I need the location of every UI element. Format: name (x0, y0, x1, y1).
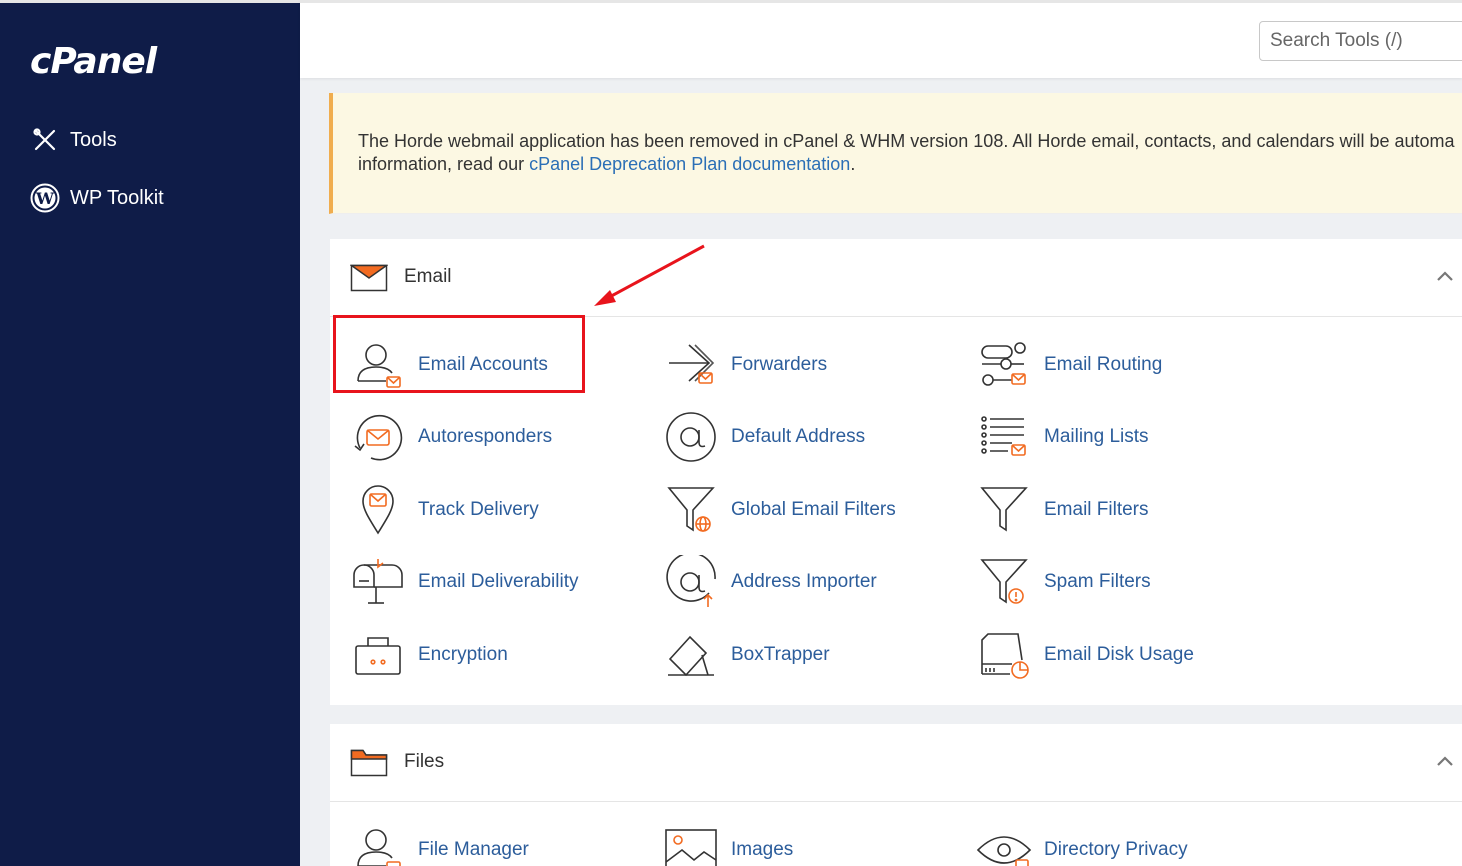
svg-text:W: W (35, 189, 55, 208)
encryption-icon (350, 627, 406, 683)
tool-boxtrapper[interactable]: BoxTrapper (663, 627, 830, 683)
tool-track-delivery[interactable]: Track Delivery (350, 482, 539, 538)
sidebar-item-tools[interactable]: Tools (30, 125, 117, 155)
tool-email-deliverability[interactable]: Email Deliverability (350, 554, 579, 610)
tool-forwarders[interactable]: Forwarders (663, 337, 827, 393)
boxtrapper-icon (663, 627, 719, 683)
tool-global-email-filters[interactable]: Global Email Filters (663, 482, 896, 538)
images-icon (663, 822, 719, 866)
tool-encryption[interactable]: Encryption (350, 627, 508, 683)
default-address-icon (663, 409, 719, 465)
email-disk-usage-icon (976, 627, 1032, 683)
files-section: Files File Manager Images Directory Priv… (330, 724, 1462, 866)
tool-spam-filters[interactable]: Spam Filters (976, 554, 1151, 610)
section-title: Email (404, 266, 452, 287)
wordpress-icon: W (30, 183, 60, 213)
tool-email-routing[interactable]: Email Routing (976, 337, 1162, 393)
autoresponders-icon (350, 409, 406, 465)
tools-icon (30, 125, 60, 155)
tool-images[interactable]: Images (663, 822, 793, 866)
tool-directory-privacy[interactable]: Directory Privacy (976, 822, 1188, 866)
track-delivery-icon (350, 482, 406, 538)
mailing-lists-icon (976, 409, 1032, 465)
global-email-filters-icon (663, 482, 719, 538)
forwarders-icon (663, 337, 719, 393)
tool-mailing-lists[interactable]: Mailing Lists (976, 409, 1149, 465)
tool-email-filters[interactable]: Email Filters (976, 482, 1149, 538)
top-bar (300, 0, 1462, 78)
chevron-up-icon[interactable] (1436, 754, 1454, 772)
section-title: Files (404, 751, 445, 772)
email-filters-icon (976, 482, 1032, 538)
files-section-header[interactable]: Files (330, 724, 1462, 802)
spam-filters-icon (976, 554, 1032, 610)
notice-text: The Horde webmail application has been r… (358, 131, 1455, 174)
tool-autoresponders[interactable]: Autoresponders (350, 409, 552, 465)
search-tools-input[interactable] (1259, 21, 1462, 61)
sidebar-item-label: Tools (70, 128, 117, 151)
deprecation-notice: The Horde webmail application has been r… (329, 93, 1462, 214)
folder-icon (350, 749, 388, 782)
file-manager-icon (350, 822, 406, 866)
tool-address-importer[interactable]: Address Importer (663, 554, 877, 610)
address-importer-icon (663, 554, 719, 610)
email-section: Email Email Accounts Autoresponders Trac… (330, 239, 1462, 705)
sidebar-item-wp-toolkit[interactable]: W WP Toolkit (30, 183, 164, 213)
annotation-arrow (594, 244, 705, 306)
tool-email-disk-usage[interactable]: Email Disk Usage (976, 627, 1194, 683)
email-deliverability-icon (350, 554, 406, 610)
deprecation-plan-link[interactable]: cPanel Deprecation Plan documentation (529, 154, 850, 174)
directory-privacy-icon (976, 822, 1032, 866)
tool-default-address[interactable]: Default Address (663, 409, 865, 465)
chevron-up-icon[interactable] (1436, 269, 1454, 287)
envelope-icon (349, 264, 389, 297)
tool-file-manager[interactable]: File Manager (350, 822, 529, 866)
sidebar-item-label: WP Toolkit (70, 186, 164, 209)
highlight-box (333, 315, 585, 393)
cpanel-logo[interactable]: cPanel (30, 41, 157, 82)
email-section-header[interactable]: Email (330, 239, 1462, 317)
email-routing-icon (976, 337, 1032, 393)
sidebar: cPanel Tools W WP Toolkit (0, 0, 300, 866)
